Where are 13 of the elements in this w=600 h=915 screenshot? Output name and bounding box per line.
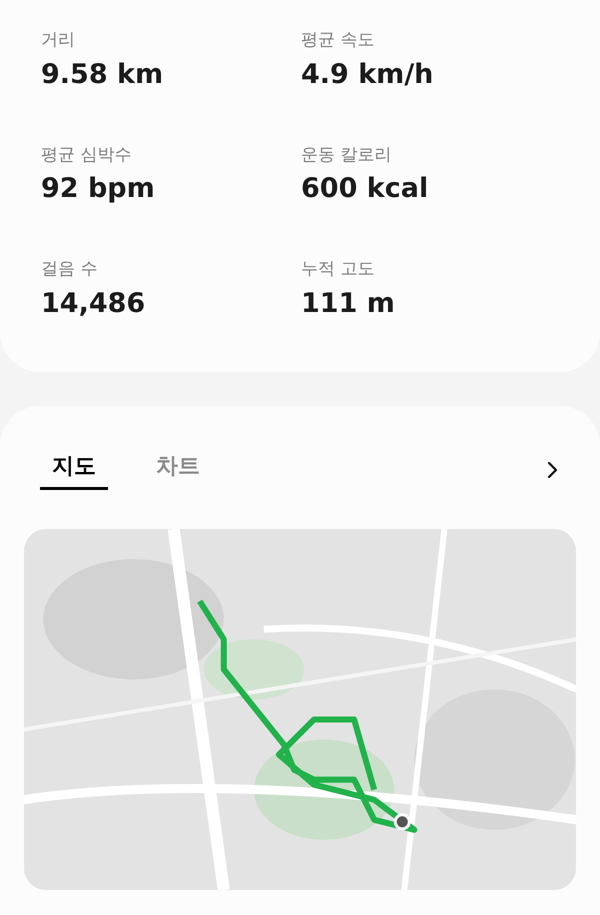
stat-label: 평균 심박수 <box>41 144 132 167</box>
stat-label: 평균 속도 <box>301 29 376 52</box>
stat-label: 운동 칼로리 <box>301 144 392 167</box>
stat-value: 92 bpm <box>41 172 156 206</box>
stat-value: 111 m <box>301 286 396 321</box>
stat-value: 600 kcal <box>301 172 430 206</box>
stat-label: 누적 고도 <box>301 258 376 282</box>
stat-label: 걸음 수 <box>41 258 98 282</box>
stat-value: 14,486 <box>41 286 146 321</box>
stat-value: 9.58 km <box>41 58 164 92</box>
stat-label: 거리 <box>41 29 76 52</box>
tab[interactable]: 지도 <box>40 450 108 490</box>
stat-value: 4.9 km/h <box>301 58 434 92</box>
